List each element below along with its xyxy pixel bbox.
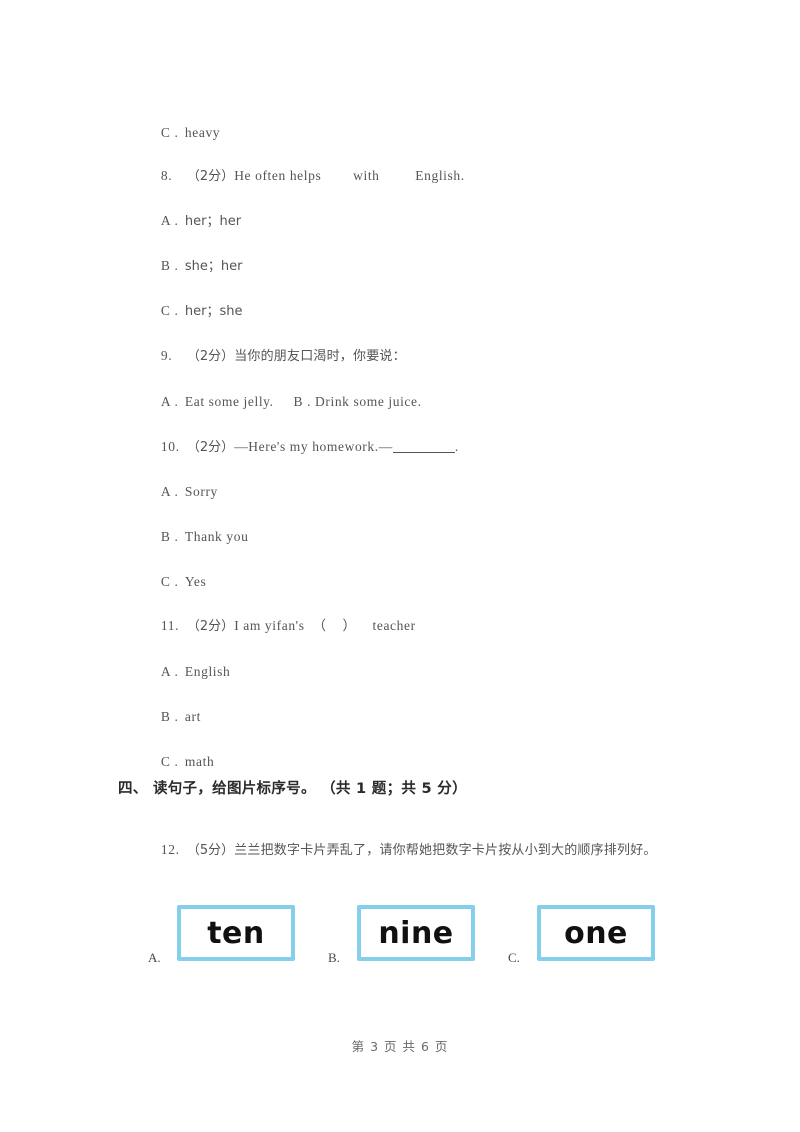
- question-text: I am yifan's （ ） teacher: [234, 618, 416, 633]
- option-text: Yes: [184, 574, 207, 589]
- option-letter: A .: [160, 484, 179, 499]
- option-letter: A .: [160, 664, 179, 679]
- option-letter: A .: [160, 394, 179, 409]
- card-label-c: C.: [508, 950, 520, 965]
- option-letter: B .: [160, 258, 179, 273]
- question-score: （2分）: [186, 619, 235, 634]
- card-label-a: A.: [148, 950, 161, 965]
- option-letter: C .: [160, 303, 179, 318]
- option-text: heavy: [184, 125, 221, 140]
- question-text-suffix: .: [454, 439, 459, 454]
- picture-card-one[interactable]: one: [537, 905, 655, 961]
- option-letter: C .: [160, 125, 179, 140]
- option-text: Sorry: [184, 484, 218, 499]
- question-text: 当你的朋友口渴时，你要说：: [234, 349, 406, 364]
- card-inner: one: [541, 909, 651, 957]
- card-inner: ten: [181, 909, 291, 957]
- card-inner: nine: [361, 909, 471, 957]
- answer-blank[interactable]: [392, 440, 455, 453]
- option-text: math: [184, 754, 215, 769]
- question-text: 兰兰把数字卡片弄乱了，请你帮她把数字卡片按从小到大的顺序排列好。: [234, 843, 657, 858]
- option-text: she；her: [184, 259, 243, 274]
- option-letter: A .: [160, 213, 179, 228]
- option-text: her；she: [184, 304, 243, 319]
- option-letter: B .: [160, 529, 179, 544]
- option-text: art: [184, 709, 201, 724]
- question-score: （2分）: [186, 169, 235, 184]
- card-word: one: [564, 916, 628, 951]
- question-number: 10.: [160, 439, 180, 454]
- option-text: English: [184, 664, 231, 679]
- option-letter: C .: [160, 754, 179, 769]
- question-number: 9.: [160, 348, 173, 363]
- question-stem: 12. （5分）兰兰把数字卡片弄乱了，请你帮她把数字卡片按从小到大的顺序排列好。: [145, 823, 657, 878]
- question-number: 8.: [160, 168, 173, 183]
- card-word: nine: [378, 916, 454, 951]
- question-number: 11.: [160, 618, 180, 633]
- question-number: 12.: [160, 842, 180, 857]
- question-text: He often helps with English.: [234, 168, 465, 183]
- option-letter: B .: [160, 709, 179, 724]
- option-text: Eat some jelly. B . Drink some juice.: [184, 394, 422, 409]
- question-text: —Here's my homework.—: [234, 439, 393, 454]
- question-score: （2分）: [186, 440, 235, 455]
- question-score: （5分）: [186, 843, 235, 858]
- card-word: ten: [207, 916, 265, 951]
- option-text: her；her: [184, 214, 242, 229]
- picture-card-ten[interactable]: ten: [177, 905, 295, 961]
- option-letter: C .: [160, 574, 179, 589]
- option-text: Thank you: [184, 529, 249, 544]
- picture-card-nine[interactable]: nine: [357, 905, 475, 961]
- section-heading: 四、 读句子，给图片标序号。 （共 1 题；共 5 分）: [118, 781, 467, 797]
- card-label-b: B.: [328, 950, 340, 965]
- page-footer: 第 3 页 共 6 页: [351, 1039, 449, 1054]
- exam-page: C . heavy 8. （2分）He often helps with Engli…: [0, 0, 800, 1132]
- question-score: （2分）: [186, 349, 235, 364]
